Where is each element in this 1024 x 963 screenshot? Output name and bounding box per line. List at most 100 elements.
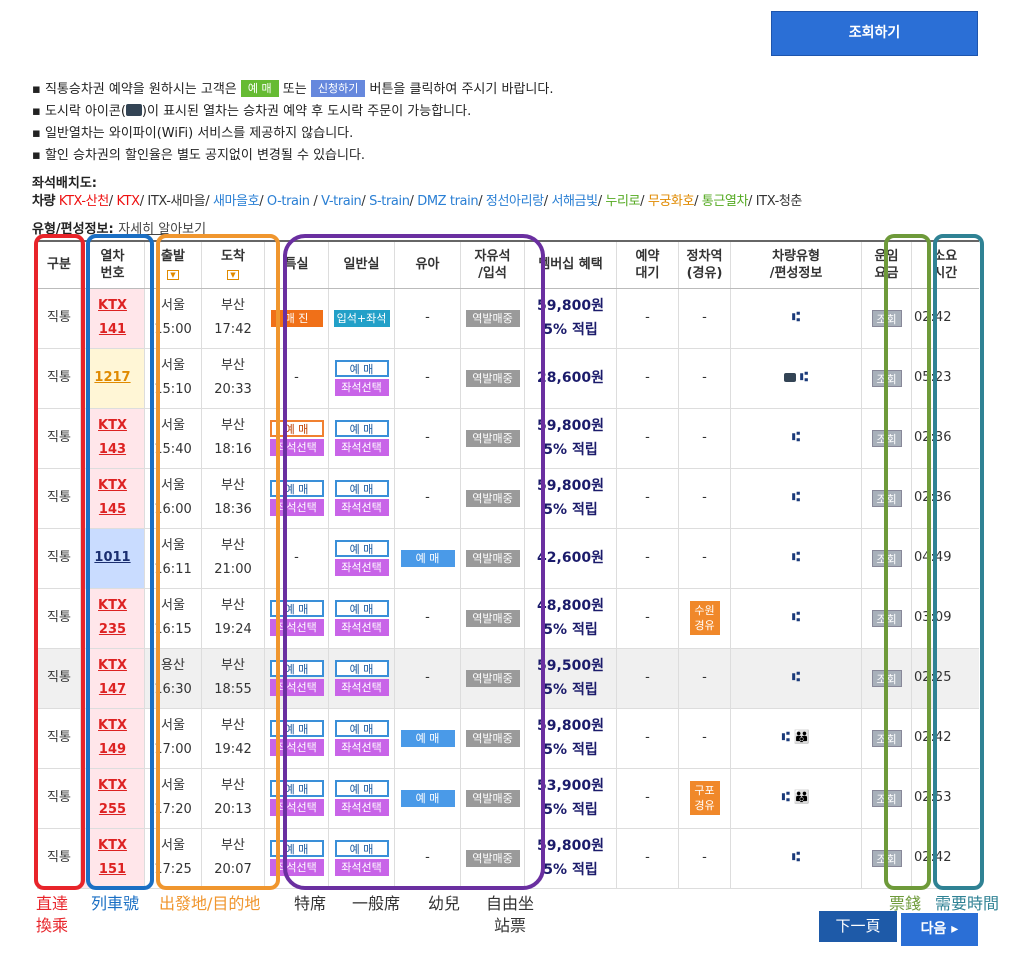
notice-text: 직통승차권 예약을 원하시는 고객은: [44, 82, 237, 97]
seat-select-button[interactable]: 좌석선택: [269, 739, 324, 756]
reserve-button[interactable]: 예 매: [334, 420, 389, 437]
type-link[interactable]: 새마을호: [213, 194, 260, 209]
reserve-button[interactable]: 예 매: [334, 360, 389, 377]
station-sale-badge: 역발매중: [465, 729, 520, 747]
type-link[interactable]: ITX-청춘: [756, 194, 803, 209]
seat-select-button[interactable]: 좌석선택: [269, 859, 324, 876]
next-page-button[interactable]: 다음 ▸: [901, 913, 978, 946]
cell-infant: -: [394, 468, 461, 529]
seat-select-button[interactable]: 좌석선택: [269, 499, 324, 516]
fare-lookup-button[interactable]: 조회: [871, 489, 902, 507]
reserve-button[interactable]: 예 매: [334, 720, 389, 737]
seat-select-button[interactable]: 좌석선택: [269, 439, 324, 456]
col-car-type: 차량유형 /편성정보: [730, 240, 862, 289]
train-number-link[interactable]: KTX 147: [80, 648, 145, 709]
type-link[interactable]: DMZ train: [417, 194, 478, 209]
type-link[interactable]: KTX: [117, 194, 141, 209]
type-link[interactable]: O-train: [267, 194, 310, 209]
reserve-button[interactable]: 예 매: [269, 480, 324, 497]
cell-car-type[interactable]: ⑆: [730, 348, 862, 409]
infant-reserve-button[interactable]: 예 매: [400, 549, 455, 567]
reserve-button[interactable]: 예 매: [334, 540, 389, 557]
fare-lookup-button[interactable]: 조회: [871, 429, 902, 447]
seat-select-button[interactable]: 좌석선택: [334, 499, 389, 516]
type-link[interactable]: KTX-산천: [59, 194, 109, 209]
reserve-button[interactable]: 예 매: [269, 660, 324, 677]
train-number-link[interactable]: KTX 141: [80, 288, 145, 349]
train-number-link[interactable]: 1217: [80, 348, 145, 409]
train-number-link[interactable]: 1011: [80, 528, 145, 589]
seat-select-button[interactable]: 좌석선택: [334, 619, 389, 636]
reserve-button[interactable]: 예 매: [269, 840, 324, 857]
train-number-link[interactable]: KTX 145: [80, 468, 145, 529]
cell-departure: 서울 17:00: [144, 708, 202, 769]
seat-icon: ⑆: [800, 370, 808, 385]
type-link[interactable]: 누리로: [605, 194, 640, 209]
cell-departure: 용산 16:30: [144, 648, 202, 709]
seat-select-button[interactable]: 좌석선택: [334, 439, 389, 456]
seat-select-button[interactable]: 좌석선택: [269, 679, 324, 696]
type-link[interactable]: 무궁화호: [648, 194, 695, 209]
seat-select-button[interactable]: 좌석선택: [334, 679, 389, 696]
reserve-button[interactable]: 예 매: [334, 840, 389, 857]
train-number-link[interactable]: KTX 235: [80, 588, 145, 649]
seat-select-button[interactable]: 좌석선택: [334, 739, 389, 756]
cell-car-type[interactable]: ⑆ 👪: [730, 768, 862, 829]
reserve-button[interactable]: 예 매: [269, 600, 324, 617]
cell-car-type[interactable]: ⑆: [730, 408, 862, 469]
col-departure[interactable]: 출발 ▼: [144, 240, 202, 289]
fare-lookup-button[interactable]: 조회: [871, 669, 902, 687]
type-link[interactable]: 정선아리랑: [486, 194, 544, 209]
search-button[interactable]: 조회하기: [771, 11, 978, 56]
train-number-link[interactable]: KTX 151: [80, 828, 145, 889]
seat-select-button[interactable]: 좌석선택: [334, 859, 389, 876]
cell-car-type[interactable]: ⑆: [730, 288, 862, 349]
type-link[interactable]: S-train: [369, 194, 410, 209]
train-number-link[interactable]: KTX 255: [80, 768, 145, 829]
cell-waitlist: -: [616, 408, 679, 469]
seat-select-button[interactable]: 좌석선택: [334, 559, 389, 576]
type-link[interactable]: 서해금빛: [551, 194, 598, 209]
fare-lookup-button[interactable]: 조회: [871, 369, 902, 387]
seat-icon: ⑆: [792, 310, 800, 325]
via-badge[interactable]: 수원 경유: [689, 601, 720, 635]
reserve-button[interactable]: 예 매: [334, 480, 389, 497]
type-link[interactable]: ITX-새마을: [147, 194, 205, 209]
fare-lookup-button[interactable]: 조회: [871, 789, 902, 807]
fare-lookup-button[interactable]: 조회: [871, 849, 902, 867]
type-link[interactable]: 통근열차: [702, 194, 749, 209]
sort-icon[interactable]: ▼: [167, 269, 179, 280]
train-number-link[interactable]: KTX 143: [80, 408, 145, 469]
seat-select-button[interactable]: 좌석선택: [334, 379, 389, 396]
infant-reserve-button[interactable]: 예 매: [400, 789, 455, 807]
standing-seat-button[interactable]: 입석+좌석: [333, 309, 390, 327]
fare-lookup-button[interactable]: 조회: [871, 729, 902, 747]
reserve-button[interactable]: 예 매: [334, 660, 389, 677]
cell-car-type[interactable]: ⑆: [730, 528, 862, 589]
fare-lookup-button[interactable]: 조회: [871, 609, 902, 627]
cell-car-type[interactable]: ⑆: [730, 828, 862, 889]
seat-select-button[interactable]: 좌석선택: [269, 799, 324, 816]
reserve-button[interactable]: 예 매: [334, 600, 389, 617]
cell-car-type[interactable]: ⑆: [730, 468, 862, 529]
reserve-button[interactable]: 예 매: [334, 780, 389, 797]
seat-select-button[interactable]: 좌석선택: [269, 619, 324, 636]
cell-car-type[interactable]: ⑆: [730, 648, 862, 709]
infant-reserve-button[interactable]: 예 매: [400, 729, 455, 747]
train-number-link[interactable]: KTX 149: [80, 708, 145, 769]
via-badge[interactable]: 구포 경유: [689, 781, 720, 815]
cell-car-type[interactable]: ⑆ 👪: [730, 708, 862, 769]
reserve-button[interactable]: 예 매: [269, 420, 324, 437]
table-row: 직통 KTX 235 서울 16:15 부산 19:24 예 매 좌석선택 예 매 좌석선택 - 역발매…: [37, 588, 979, 649]
col-arrival[interactable]: 도착 ▼: [201, 240, 265, 289]
composition-detail-link[interactable]: 자세히 알아보기: [118, 222, 206, 237]
type-link[interactable]: V-train: [321, 194, 362, 209]
fare-lookup-button[interactable]: 조회: [871, 549, 902, 567]
fare-lookup-button[interactable]: 조회: [871, 309, 902, 327]
seat-select-button[interactable]: 좌석선택: [334, 799, 389, 816]
sort-icon[interactable]: ▼: [227, 269, 239, 280]
cell-car-type[interactable]: ⑆: [730, 588, 862, 649]
reserve-button[interactable]: 예 매: [269, 780, 324, 797]
empty-dash: -: [425, 430, 430, 445]
reserve-button[interactable]: 예 매: [269, 720, 324, 737]
